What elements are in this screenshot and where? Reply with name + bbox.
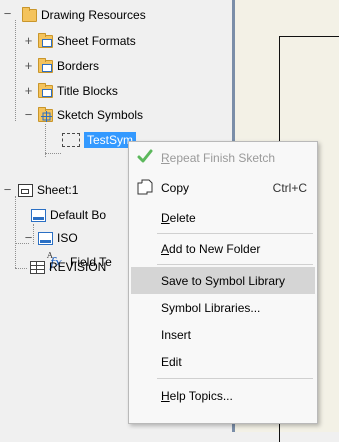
collapse-icon[interactable]: − — [24, 108, 33, 121]
collapse-icon[interactable]: − — [3, 183, 12, 196]
tree-item-testsym[interactable]: TestSym — [62, 129, 137, 151]
tree-item-label: Title Blocks — [57, 84, 118, 98]
menu-item-save-to-symbol-library[interactable]: Save to Symbol Library — [131, 267, 315, 294]
context-menu: Repeat Finish Sketch Copy Ctrl+C Delete … — [128, 141, 318, 424]
tree-item-sheet1[interactable]: Sheet:1 — [18, 179, 78, 201]
menu-item-copy[interactable]: Copy Ctrl+C — [131, 174, 315, 201]
menu-item-delete[interactable]: Delete — [131, 204, 315, 231]
expand-icon[interactable]: + — [24, 84, 33, 97]
menu-item-label: Delete — [161, 210, 196, 225]
folder-icon — [38, 57, 53, 73]
menu-item-label: Add to New Folder — [161, 241, 261, 256]
tree-item-sketch-symbols[interactable]: Sketch Symbols — [38, 104, 143, 126]
border-icon — [31, 208, 46, 222]
tree-connector — [15, 268, 27, 269]
tree-item-sheet-formats[interactable]: Sheet Formats — [38, 30, 136, 52]
tree-item-drawing-resources[interactable]: Drawing Resources — [22, 4, 146, 26]
sheet-icon — [18, 183, 33, 197]
copy-icon — [137, 179, 153, 195]
menu-separator — [157, 233, 313, 234]
tree-item-label: Sheet:1 — [37, 183, 79, 197]
menu-item-label: Symbol Libraries... — [161, 300, 261, 315]
tree-item-label: ISO — [57, 231, 78, 245]
title-block-icon — [38, 231, 53, 245]
tree-item-label: Sheet Formats — [57, 34, 136, 48]
menu-item-label: Help Topics... — [161, 388, 233, 403]
collapse-icon[interactable]: − — [3, 7, 12, 20]
collapse-icon[interactable]: − — [24, 231, 33, 244]
tree-item-title-blocks[interactable]: Title Blocks — [38, 80, 118, 102]
menu-item-edit[interactable]: Edit — [131, 348, 315, 375]
tree-item-label: Default Bo — [50, 208, 107, 222]
tree-item-revision[interactable]: REVISION — [30, 256, 106, 278]
menu-item-symbol-libraries[interactable]: Symbol Libraries... — [131, 294, 315, 321]
expand-icon[interactable]: + — [24, 34, 33, 47]
folder-icon — [38, 82, 53, 98]
tree-item-iso[interactable]: ISO — [38, 227, 78, 249]
tree-item-label: REVISION — [49, 260, 107, 274]
menu-item-label: Edit — [161, 354, 182, 369]
folder-icon — [22, 6, 37, 22]
menu-item-add-to-new-folder[interactable]: Add to New Folder — [131, 235, 315, 262]
menu-item-label: Insert — [161, 327, 192, 342]
checkmark-icon — [137, 149, 153, 163]
tree-item-default-border[interactable]: Default Bo — [31, 204, 106, 226]
shortcut-label: Ctrl+C — [272, 180, 307, 195]
expand-icon[interactable]: + — [24, 59, 33, 72]
table-icon — [30, 260, 45, 274]
menu-item-help-topics[interactable]: Help Topics... — [131, 382, 315, 409]
sketch-symbols-folder-icon — [38, 106, 53, 122]
sketch-symbol-icon — [62, 133, 80, 147]
tree-item-label: Borders — [57, 59, 100, 73]
menu-item-insert[interactable]: Insert — [131, 321, 315, 348]
menu-item-label: Repeat Finish Sketch — [161, 150, 276, 165]
menu-item-label: Copy — [161, 180, 190, 195]
menu-separator — [157, 378, 313, 379]
tree-item-borders[interactable]: Borders — [38, 55, 99, 77]
menu-separator — [157, 264, 313, 265]
menu-item-label: Save to Symbol Library — [161, 273, 286, 288]
tree-connector — [45, 153, 61, 154]
folder-icon — [38, 32, 53, 48]
tree-item-label: Drawing Resources — [41, 8, 146, 22]
menu-item-repeat-finish-sketch[interactable]: Repeat Finish Sketch — [131, 144, 315, 171]
tree-connector — [15, 20, 16, 121]
tree-connector — [15, 196, 16, 268]
tree-item-label: Sketch Symbols — [57, 108, 144, 122]
tree-connector — [33, 224, 34, 244]
